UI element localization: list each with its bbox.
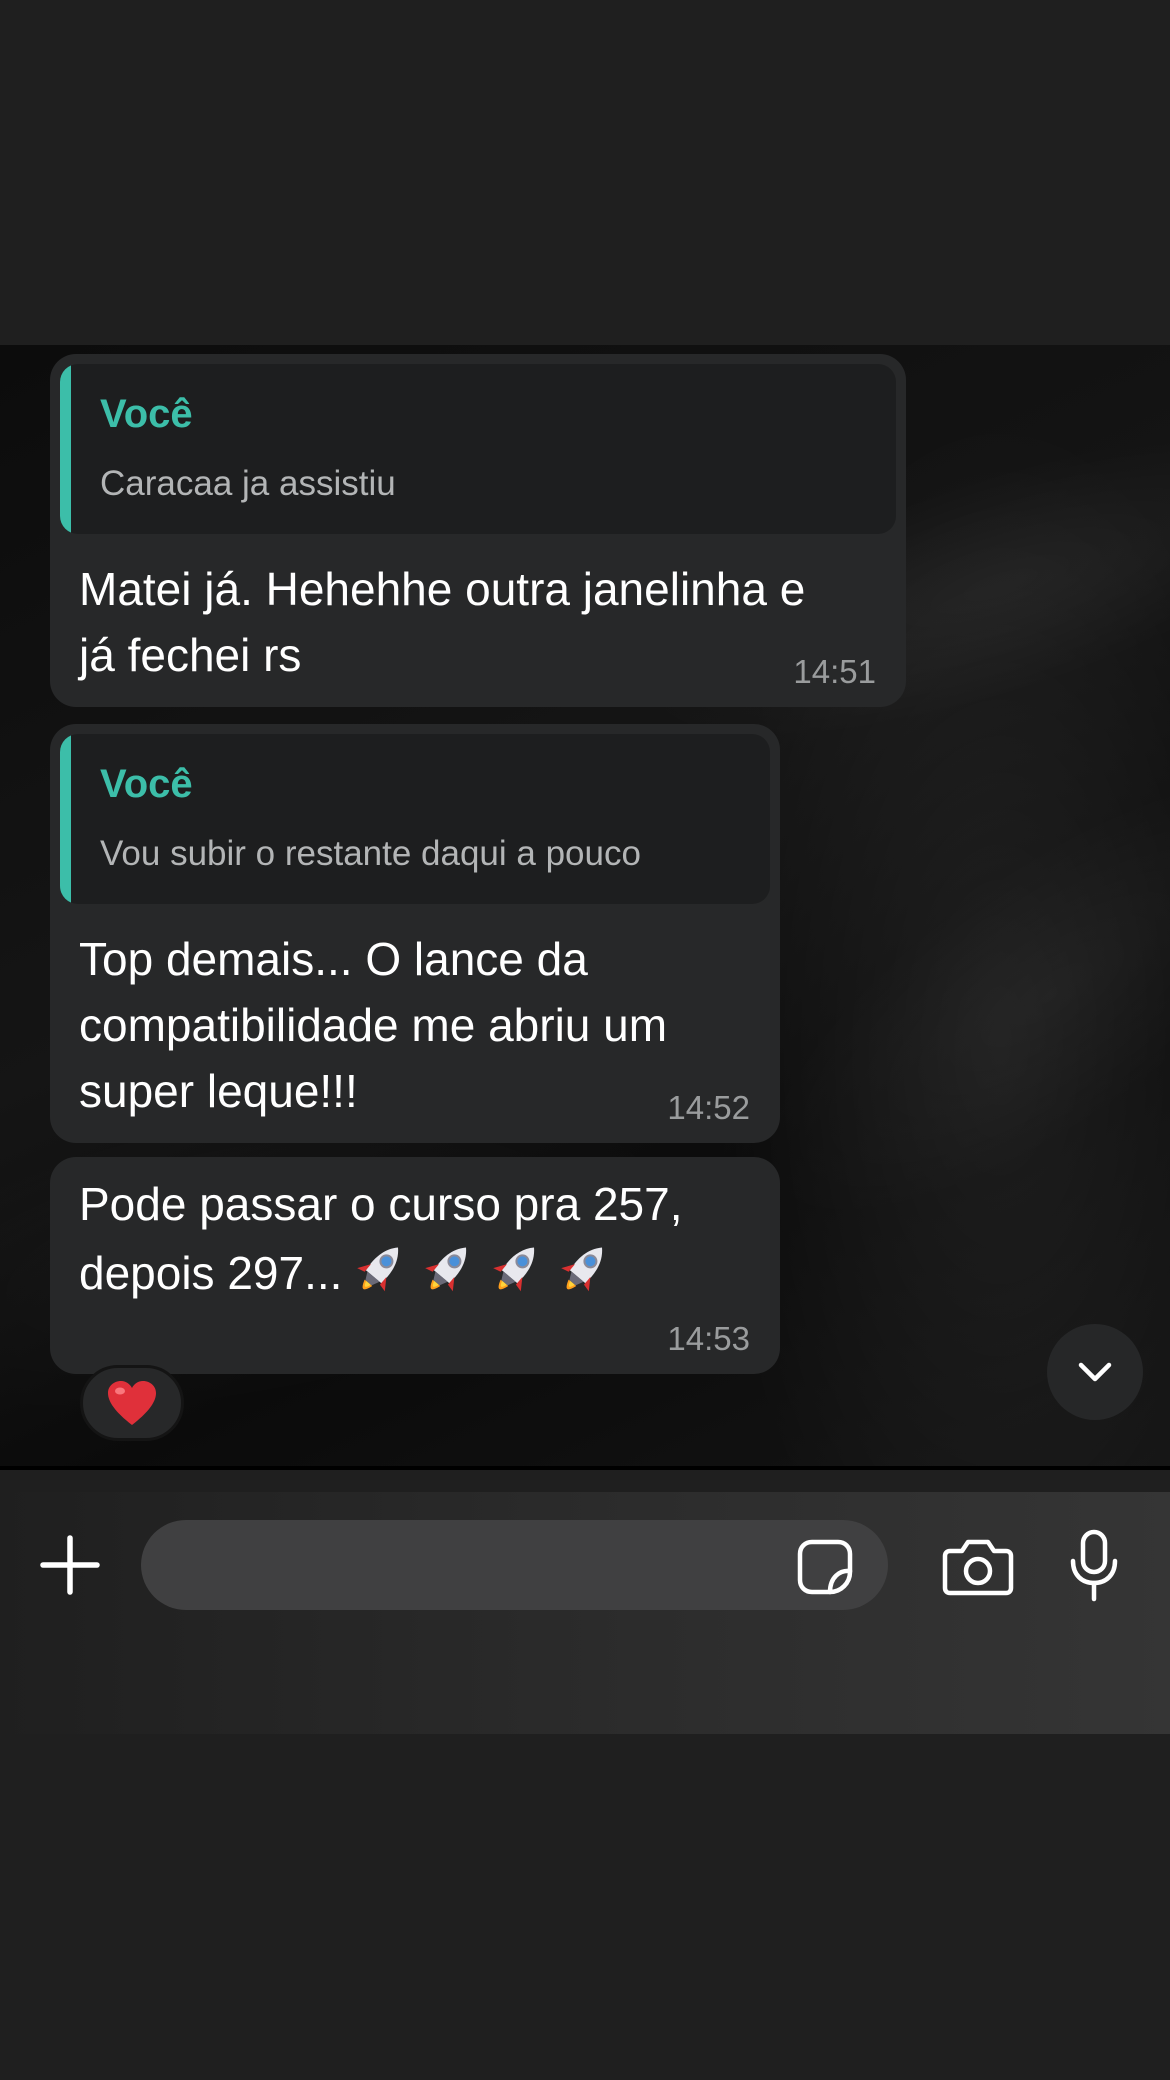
scroll-to-bottom-button[interactable] bbox=[1047, 1324, 1143, 1420]
message-time: 14:53 bbox=[667, 1320, 750, 1357]
quoted-message[interactable]: Você Vou subir o restante daqui a pouco bbox=[60, 734, 770, 904]
quote-accent-bar bbox=[60, 734, 71, 904]
message-bubble[interactable]: Você Vou subir o restante daqui a pouco … bbox=[50, 724, 780, 1143]
quote-author: Você bbox=[100, 392, 193, 436]
rocket-emoji bbox=[350, 1237, 410, 1301]
attach-button[interactable] bbox=[35, 1530, 105, 1600]
top-blank-area bbox=[0, 0, 1170, 345]
sticker-icon bbox=[797, 1539, 853, 1595]
quote-author: Você bbox=[100, 762, 193, 806]
message-text: Matei já. Hehehhe outra janelinha e já f… bbox=[79, 563, 806, 681]
sticker-button[interactable] bbox=[793, 1535, 857, 1599]
quote-text: Vou subir o restante daqui a pouco bbox=[100, 834, 641, 873]
message-text: Pode passar o curso pra 257, depois 297.… bbox=[79, 1171, 682, 1306]
camera-icon bbox=[942, 1539, 1014, 1596]
bottom-blank-area bbox=[0, 1734, 1170, 2080]
message-bubble[interactable]: Você Caracaa ja assistiu Matei já. Heheh… bbox=[50, 354, 906, 707]
message-input-field[interactable] bbox=[141, 1520, 888, 1612]
message-time: 14:52 bbox=[667, 1089, 750, 1126]
microphone-button[interactable] bbox=[1064, 1526, 1124, 1606]
rocket-emoji bbox=[554, 1237, 614, 1301]
camera-button[interactable] bbox=[938, 1532, 1018, 1602]
message-bubble[interactable]: Pode passar o curso pra 257, depois 297.… bbox=[50, 1157, 780, 1374]
heart-emoji bbox=[108, 1381, 156, 1425]
rocket-emoji bbox=[486, 1237, 546, 1301]
plus-icon bbox=[40, 1535, 100, 1595]
quote-text: Caracaa ja assistiu bbox=[100, 464, 396, 503]
divider bbox=[0, 1466, 1170, 1470]
message-input[interactable] bbox=[171, 1520, 775, 1612]
chevron-down-icon bbox=[1078, 1362, 1112, 1382]
message-text: Top demais... O lance da compatibilidade… bbox=[79, 933, 668, 1117]
quoted-message[interactable]: Você Caracaa ja assistiu bbox=[60, 364, 896, 534]
quote-accent-bar bbox=[60, 364, 71, 534]
microphone-icon bbox=[1070, 1529, 1118, 1602]
rocket-emoji bbox=[418, 1237, 478, 1301]
message-time: 14:51 bbox=[793, 653, 876, 690]
heart-reaction[interactable] bbox=[80, 1365, 184, 1441]
